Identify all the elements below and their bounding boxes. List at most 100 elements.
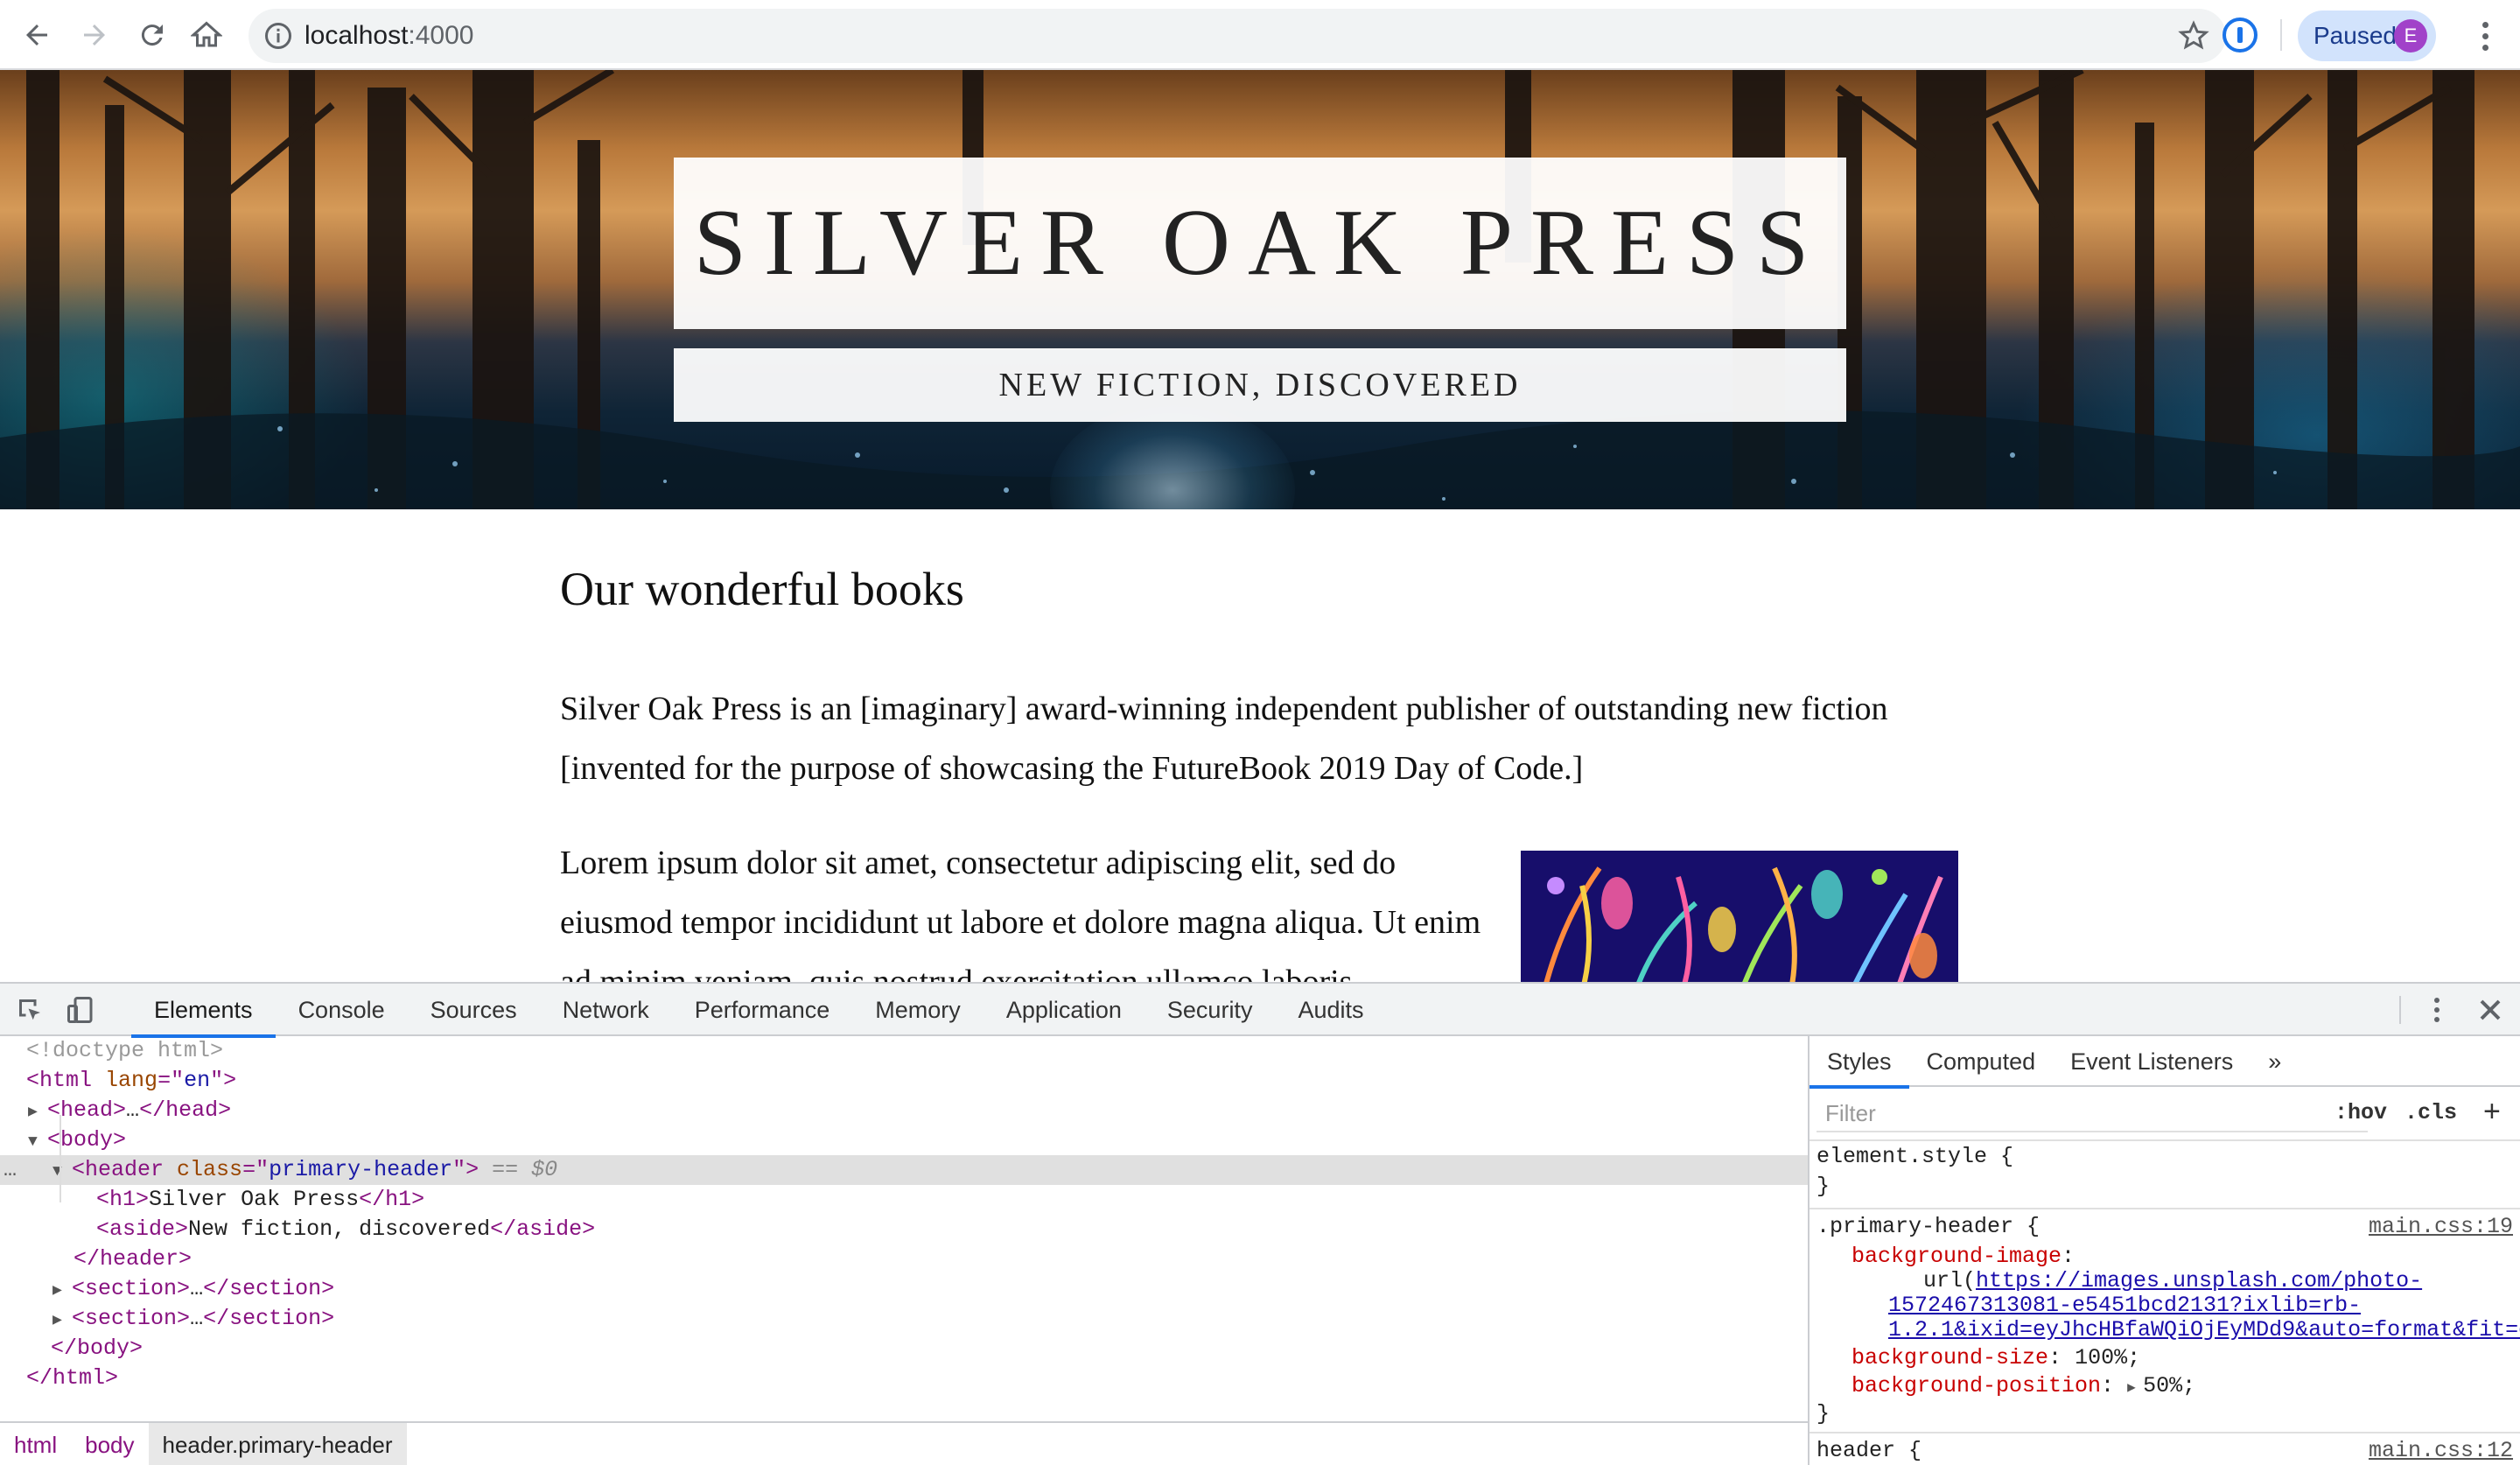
dom-body-open[interactable]: ▼ <body>	[0, 1125, 1808, 1155]
dot	[2482, 32, 2488, 39]
hover-state-toggle[interactable]: :hov	[2334, 1094, 2387, 1132]
tag-name: section	[229, 1276, 322, 1301]
attr-value: en	[184, 1068, 211, 1093]
tab-styles[interactable]: Styles	[1810, 1036, 1909, 1089]
dot	[2482, 21, 2488, 28]
more-actions-ellipsis[interactable]: …	[4, 1155, 17, 1185]
browser-menu-button[interactable]	[2468, 14, 2502, 58]
rule-close: }	[1816, 1173, 1830, 1201]
breadcrumb-header[interactable]: header.primary-header	[148, 1423, 407, 1465]
password-manager-extension-icon[interactable]	[2222, 18, 2258, 53]
collapse-arrow-icon[interactable]: ▼	[52, 1157, 72, 1187]
source-link-main-css-19[interactable]: main.css:19	[2369, 1213, 2513, 1241]
indent-guide	[60, 1115, 61, 1202]
tab-computed[interactable]: Computed	[1909, 1036, 2054, 1087]
element-style-selector[interactable]: element.style {	[1816, 1143, 2013, 1171]
new-style-rule-button[interactable]: +	[2483, 1092, 2501, 1131]
css-rules: element.style { } .primary-header { main…	[1810, 1139, 2520, 1465]
selected-node-marker: == $0	[492, 1157, 558, 1182]
selector-text: element.style {	[1816, 1144, 2014, 1169]
profile-sync-button[interactable]: Paused E	[2298, 11, 2436, 61]
dot	[2434, 1007, 2440, 1013]
rule-close: }	[1816, 1400, 1830, 1428]
devtools-tabbar: Elements Console Sources Network Performance…	[0, 984, 2520, 1038]
tab-application[interactable]: Application	[984, 984, 1144, 1036]
source-link-text: main.css:19	[2368, 1214, 2513, 1239]
dom-h1[interactable]: <h1>Silver Oak Press</h1>	[0, 1185, 1808, 1215]
styles-sidebar: Styles Computed Event Listeners » Filter…	[1808, 1036, 2520, 1465]
tab-event-listeners[interactable]: Event Listeners	[2053, 1036, 2250, 1087]
class-toggle[interactable]: .cls	[2404, 1094, 2457, 1132]
dom-header-selected[interactable]: … ▼ <header class="primary-header"> == $0	[0, 1155, 1808, 1185]
dom-body-close[interactable]: </body>	[0, 1334, 1808, 1363]
inspect-element-icon[interactable]	[14, 994, 46, 1026]
property-value: 100%;	[2075, 1345, 2141, 1370]
leaf-pattern-illustration	[1544, 866, 1943, 982]
tab-network[interactable]: Network	[540, 984, 672, 1036]
css-url-continued-2[interactable]: 1.2.1&ixid=eyJhcHBfaWQiOjEyMDd9&auto=for…	[1888, 1316, 2520, 1344]
devtools-panel: Elements Console Sources Network Performance…	[0, 982, 2520, 1465]
info-icon[interactable]	[262, 20, 294, 52]
breadcrumb-body[interactable]: body	[71, 1423, 148, 1465]
dom-html-open[interactable]: <html lang="en">	[0, 1066, 1808, 1096]
tab-performance[interactable]: Performance	[672, 984, 853, 1036]
tag-name: aside	[109, 1216, 176, 1242]
expand-arrow-icon[interactable]: ▶	[52, 1306, 72, 1335]
tab-memory[interactable]: Memory	[852, 984, 984, 1036]
primary-header-selector[interactable]: .primary-header {	[1816, 1213, 2040, 1241]
dot	[2482, 44, 2488, 51]
attr-name: lang	[105, 1068, 158, 1093]
url-link-line-1[interactable]: https://images.unsplash.com/photo-	[1976, 1268, 2422, 1293]
url-host: localhost	[304, 21, 409, 50]
more-tabs-chevron-icon[interactable]: »	[2250, 1036, 2299, 1087]
tab-audits[interactable]: Audits	[1275, 984, 1386, 1036]
forward-button[interactable]	[70, 11, 119, 60]
url-link-line-3[interactable]: 1.2.1&ixid=eyJhcHBfaWQiOjEyMDd9&auto=for…	[1888, 1317, 2520, 1342]
tag-name: section	[229, 1306, 322, 1331]
styles-tabs: Styles Computed Event Listeners »	[1810, 1036, 2520, 1089]
source-link-main-css-12[interactable]: main.css:12	[2369, 1437, 2513, 1465]
expand-arrow-icon[interactable]: ▶	[28, 1097, 47, 1127]
home-icon	[191, 21, 222, 47]
dom-aside[interactable]: <aside>New fiction, discovered</aside>	[0, 1215, 1808, 1244]
back-button[interactable]	[12, 11, 61, 60]
close-devtools-icon[interactable]	[2473, 992, 2508, 1027]
dot	[2434, 998, 2440, 1003]
tab-elements[interactable]: Elements	[131, 984, 276, 1038]
tab-sources[interactable]: Sources	[408, 984, 540, 1036]
css-prop-background-size[interactable]: background-size: 100%;	[1852, 1344, 2140, 1372]
bookmark-star-icon[interactable]	[2177, 19, 2210, 53]
device-toolbar-icon[interactable]	[65, 994, 96, 1026]
lorem-paragraph: Lorem ipsum dolor sit amet, consectetur …	[560, 845, 1481, 982]
address-bar[interactable]: localhost:4000	[248, 9, 2226, 63]
expand-shorthand-arrow-icon[interactable]: ▶	[2127, 1374, 2143, 1402]
dom-doctype[interactable]: <!doctype html>	[0, 1036, 1808, 1066]
dom-html-close[interactable]: </html>	[0, 1363, 1808, 1393]
devtools-menu-button[interactable]	[2424, 992, 2450, 1027]
toolbar-divider	[2280, 19, 2282, 51]
brace: }	[1816, 1174, 1830, 1199]
url-text[interactable]: localhost:4000	[304, 9, 473, 63]
tab-console[interactable]: Console	[276, 984, 408, 1036]
tag-name: html	[52, 1365, 106, 1391]
keyhole-glyph	[2237, 27, 2243, 43]
home-button[interactable]	[182, 11, 231, 60]
tag-name: body	[77, 1335, 130, 1361]
dom-head[interactable]: ▶ <head>…</head>	[0, 1096, 1808, 1125]
expand-arrow-icon[interactable]: ▶	[52, 1276, 72, 1306]
tag-name: section	[85, 1306, 178, 1331]
selector-text: .primary-header {	[1816, 1214, 2040, 1239]
dom-header-close[interactable]: </header>	[0, 1244, 1808, 1274]
css-prop-background-position[interactable]: background-position: ▶ 50%;	[1852, 1372, 2195, 1400]
dom-section-1[interactable]: ▶ <section>…</section>	[0, 1274, 1808, 1304]
url-link-line-2[interactable]: 1572467313081-e5451bcd2131?ixlib=rb-	[1888, 1293, 2361, 1318]
collapse-arrow-icon[interactable]: ▼	[28, 1127, 47, 1157]
reload-button[interactable]	[128, 11, 177, 60]
source-link-text: main.css:12	[2368, 1438, 2513, 1463]
styles-filter-input[interactable]: Filter	[1816, 1094, 2368, 1132]
tag-name: body	[60, 1127, 114, 1153]
dom-section-2[interactable]: ▶ <section>…</section>	[0, 1304, 1808, 1334]
breadcrumb-html[interactable]: html	[0, 1423, 71, 1465]
tab-security[interactable]: Security	[1144, 984, 1276, 1036]
header-selector[interactable]: header {	[1816, 1437, 1922, 1465]
